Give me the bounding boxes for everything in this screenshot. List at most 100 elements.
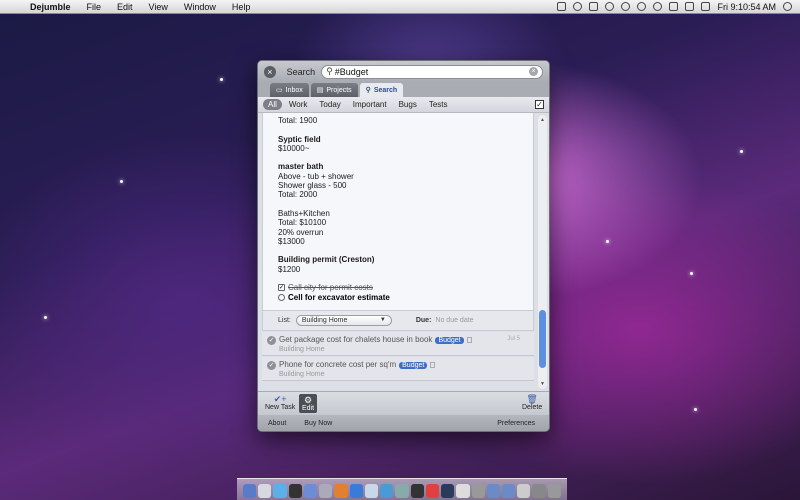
show-completed-checkbox[interactable]: ✓ — [535, 100, 544, 109]
note-icon — [430, 361, 436, 368]
tab-search-label: Search — [373, 86, 398, 94]
trash-dock-icon[interactable] — [547, 484, 561, 498]
search-field[interactable]: ⚲ × — [321, 64, 543, 79]
search-input[interactable] — [334, 66, 529, 77]
close-window-button[interactable]: × — [264, 65, 276, 78]
edit-button[interactable]: ⚙ Edit — [299, 394, 318, 413]
note-line: $1200 — [278, 264, 301, 274]
chevron-down-icon: ▼ — [379, 317, 386, 323]
note-line: Baths+Kitchen — [278, 208, 330, 218]
filter-today[interactable]: Today — [314, 99, 345, 110]
tag-badge[interactable]: Budget — [435, 337, 464, 344]
list-item[interactable]: ✓ Phone for concrete cost per sq'm Budget… — [262, 357, 534, 381]
filter-tests[interactable]: Tests — [424, 99, 453, 110]
title-bar: × Search ⚲ × — [258, 61, 549, 82]
scroll-up-icon[interactable]: ▲ — [538, 117, 547, 123]
scroll-down-icon[interactable]: ▼ — [538, 381, 547, 387]
file-icon[interactable] — [517, 484, 531, 498]
star — [120, 180, 123, 183]
safari-icon[interactable] — [273, 484, 287, 498]
tab-search[interactable]: ⚲ Search — [359, 83, 404, 97]
task-project: Building Home — [279, 346, 325, 353]
menu-app-name[interactable]: Dejumble — [22, 2, 79, 12]
note-line: Total: 2000 — [278, 190, 318, 200]
filter-work[interactable]: Work — [284, 99, 313, 110]
tag-badge[interactable]: Budget — [399, 362, 428, 369]
task-date: Jul 5 — [507, 336, 520, 342]
note-line: 20% overrun — [278, 227, 324, 237]
dejumble-dock-icon[interactable] — [425, 484, 440, 498]
filter-all[interactable]: All — [263, 99, 282, 110]
menu-clock[interactable]: Fri 9:10:54 AM — [717, 2, 776, 12]
buy-now-link[interactable]: Buy Now — [304, 420, 332, 427]
task-notes[interactable]: Total: 1900 Syptic field $10000~ master bat… — [278, 116, 528, 274]
twitter-icon[interactable] — [441, 484, 455, 498]
bluetooth-icon[interactable] — [637, 2, 647, 11]
list-item[interactable]: ✓ Get package cost for chalets house in … — [262, 332, 534, 356]
spotlight-icon[interactable] — [783, 2, 792, 11]
task-detail-footer: List: Building Home ▼ Due: No due date — [263, 310, 533, 330]
due-date-field[interactable]: No due date — [435, 317, 473, 324]
growl-icon[interactable] — [605, 2, 615, 11]
tab-projects[interactable]: ▤ Projects — [310, 83, 358, 97]
list-select[interactable]: Building Home ▼ — [295, 315, 392, 326]
ichat-icon[interactable] — [380, 484, 394, 498]
menu-window[interactable]: Window — [176, 2, 224, 12]
dejumble-window: × Search ⚲ × ▭ Inbox ▤ Projects ⚲ Search… — [257, 60, 550, 432]
task-complete-checkbox[interactable]: ✓ — [267, 361, 276, 370]
battery-icon[interactable] — [701, 2, 711, 11]
display-icon[interactable] — [669, 2, 679, 11]
scroll-thumb[interactable] — [539, 310, 546, 368]
preferences-link[interactable]: Preferences — [497, 420, 535, 427]
task-title: Phone for concrete cost per sq'm Budget — [279, 360, 436, 369]
subtask-checkbox[interactable]: ✓ — [278, 284, 285, 291]
preview-icon[interactable] — [364, 484, 379, 498]
filter-bugs[interactable]: Bugs — [394, 99, 422, 110]
subtask-text[interactable]: Call city for permit costs — [288, 283, 373, 292]
finder-icon[interactable] — [243, 484, 257, 498]
itunes-icon[interactable] — [395, 484, 409, 498]
tab-projects-label: Projects — [326, 86, 352, 94]
filter-important[interactable]: Important — [348, 99, 392, 110]
projects-icon: ▤ — [316, 87, 324, 94]
time-machine-icon[interactable] — [621, 2, 631, 11]
subtask-text[interactable]: Cell for excavator estimate — [288, 293, 390, 302]
downloads-icon[interactable] — [532, 484, 546, 498]
app-store-icon[interactable] — [349, 484, 363, 498]
clear-search-icon[interactable]: × — [529, 67, 538, 76]
volume-icon[interactable] — [685, 2, 695, 11]
applications-folder-icon[interactable] — [486, 484, 500, 498]
dashboard-icon[interactable] — [258, 484, 272, 498]
menu-file[interactable]: File — [79, 2, 110, 12]
delete-button[interactable]: 🗑 Delete — [522, 394, 542, 411]
menu-help[interactable]: Help — [224, 2, 259, 12]
scrollbar[interactable]: ▲ ▼ — [538, 115, 547, 389]
subtask-checkbox[interactable] — [278, 294, 285, 301]
dejumble-status-icon[interactable] — [557, 2, 567, 11]
menu-extras: Fri 9:10:54 AM — [557, 2, 800, 12]
note-line: Shower glass - 500 — [278, 181, 347, 191]
terminal-icon[interactable] — [410, 484, 424, 498]
firefox-icon[interactable] — [334, 484, 348, 498]
task-complete-checkbox[interactable]: ✓ — [267, 336, 276, 345]
menu-view[interactable]: View — [141, 2, 176, 12]
wifi-icon[interactable] — [653, 2, 663, 11]
new-task-button[interactable]: ✔+ New Task — [265, 394, 295, 411]
system-preferences-icon[interactable] — [319, 484, 333, 498]
document-icon[interactable] — [471, 484, 485, 498]
documents-folder-icon[interactable] — [501, 484, 516, 498]
about-link[interactable]: About — [268, 420, 286, 427]
delete-label: Delete — [522, 404, 543, 411]
mail-icon[interactable] — [303, 484, 318, 498]
sync-status-icon[interactable] — [573, 2, 583, 11]
textedit-icon[interactable] — [456, 484, 470, 498]
filter-bar: All Work Today Important Bugs Tests ✓ — [258, 97, 549, 113]
task-title-text: Phone for concrete cost per sq'm — [279, 360, 397, 369]
activity-monitor-icon[interactable] — [288, 484, 302, 498]
tab-inbox[interactable]: ▭ Inbox — [270, 83, 309, 97]
dropbox-icon[interactable] — [589, 2, 599, 11]
note-blank-line — [278, 153, 528, 162]
star — [690, 272, 693, 275]
menu-edit[interactable]: Edit — [109, 2, 141, 12]
task-project: Building Home — [279, 371, 325, 378]
